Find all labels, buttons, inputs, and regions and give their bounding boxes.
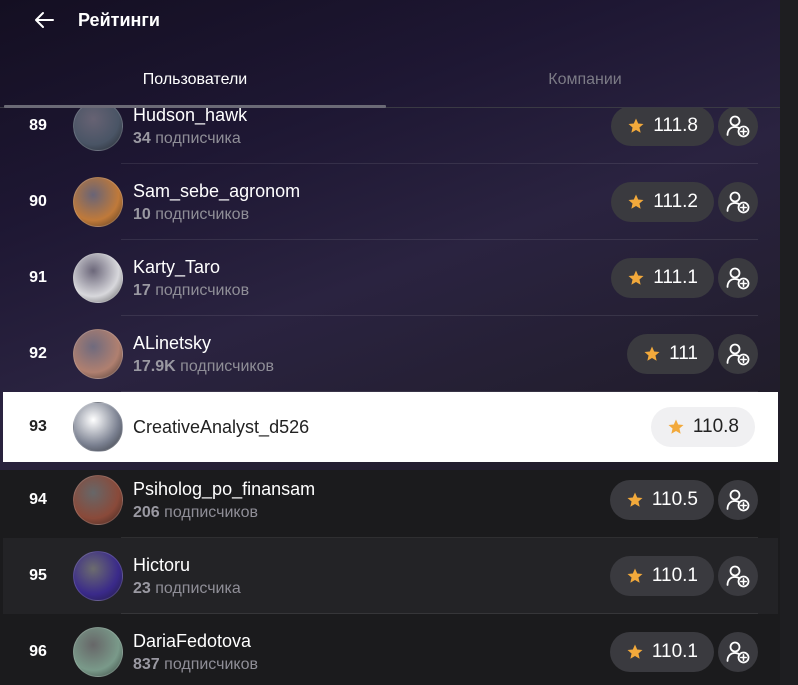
- username[interactable]: Hudson_hawk: [133, 108, 247, 126]
- rating-badge: 111.8: [611, 108, 714, 146]
- add-user-icon: [726, 565, 750, 588]
- tab-users[interactable]: Пользователи: [0, 56, 390, 108]
- subscribers-count: 34 подписчика: [133, 129, 241, 147]
- rating-row[interactable]: 89 Hudson_hawk 34 подписчика 111.8: [3, 108, 778, 164]
- star-icon: [628, 118, 644, 133]
- rank-number: 93: [29, 418, 47, 435]
- username[interactable]: DariaFedotova: [133, 631, 258, 652]
- user-info: Karty_Taro 17 подписчиков: [133, 257, 249, 300]
- add-user-icon: [726, 343, 750, 366]
- user-info: Psiholog_po_finansam 206 подписчиков: [133, 479, 315, 522]
- rating-value: 111.2: [653, 191, 698, 212]
- username[interactable]: CreativeAnalyst_d526: [133, 417, 309, 438]
- avatar[interactable]: [73, 402, 123, 452]
- rank-number: 94: [29, 491, 47, 508]
- rating-value: 110.5: [651, 489, 698, 510]
- follow-button[interactable]: [718, 258, 758, 298]
- star-icon: [628, 194, 644, 209]
- rating-list[interactable]: 89 Hudson_hawk 34 подписчика 111.8 90 Sa…: [3, 108, 778, 685]
- avatar[interactable]: [73, 108, 123, 151]
- rating-value: 111.8: [653, 115, 698, 136]
- arrow-left-icon: [35, 12, 54, 28]
- user-info: DariaFedotova 837 подписчиков: [133, 631, 258, 674]
- rating-value: 110.8: [692, 416, 739, 437]
- rating-value: 110.1: [651, 565, 698, 586]
- rating-row[interactable]: 92 ALinetsky 17.9K подписчиков 111: [3, 316, 778, 392]
- rank-number: 92: [29, 345, 47, 362]
- username[interactable]: Karty_Taro: [133, 257, 249, 278]
- avatar[interactable]: [73, 329, 123, 379]
- right-edge-panel: [780, 0, 798, 685]
- rating-badge: 110.1: [609, 632, 714, 672]
- user-info: CreativeAnalyst_d526: [133, 417, 309, 438]
- user-info: Hudson_hawk 34 подписчика: [133, 108, 247, 148]
- rank-number: 91: [29, 269, 47, 286]
- current-user-row[interactable]: 93 CreativeAnalyst_d526 110.8: [3, 392, 778, 462]
- rank-number: 89: [29, 117, 47, 134]
- avatar[interactable]: [73, 475, 123, 525]
- tab-companies[interactable]: Компании: [390, 56, 780, 107]
- star-icon: [668, 419, 684, 434]
- rating-badge: 111.1: [611, 258, 714, 298]
- subscribers-count: 23 подписчика: [133, 579, 241, 597]
- rating-badge: 111: [627, 334, 714, 374]
- subscribers-count: 837 подписчиков: [133, 655, 258, 673]
- rating-row[interactable]: 96 DariaFedotova 837 подписчиков 110.1: [3, 614, 778, 685]
- back-button[interactable]: [32, 8, 56, 32]
- rank-number: 96: [29, 643, 47, 660]
- add-user-icon: [726, 115, 750, 138]
- rating-badge: 110.8: [650, 407, 755, 447]
- add-user-icon: [726, 641, 750, 664]
- rating-row[interactable]: 95 Hictoru 23 подписчика 110.1: [3, 538, 778, 614]
- avatar[interactable]: [73, 177, 123, 227]
- add-user-icon: [726, 489, 750, 512]
- username[interactable]: Sam_sebe_agronom: [133, 181, 300, 202]
- follow-button[interactable]: [718, 480, 758, 520]
- rank-number: 90: [29, 193, 47, 210]
- star-icon: [627, 568, 643, 583]
- star-icon: [627, 644, 643, 659]
- rating-value: 110.1: [651, 641, 698, 662]
- page-title: Рейтинги: [78, 9, 160, 30]
- rating-rows: 89 Hudson_hawk 34 подписчика 111.8 90 Sa…: [3, 108, 778, 685]
- subscribers-count: 206 подписчиков: [133, 503, 258, 521]
- rank-number: 95: [29, 567, 47, 584]
- subscribers-count: 10 подписчиков: [133, 205, 250, 223]
- follow-button[interactable]: [718, 632, 758, 672]
- rating-row[interactable]: 91 Karty_Taro 17 подписчиков 111.1: [3, 240, 778, 316]
- star-icon: [644, 346, 660, 361]
- rating-badge: 110.1: [609, 556, 714, 596]
- subscribers-count: 17 подписчиков: [133, 281, 250, 299]
- username[interactable]: Psiholog_po_finansam: [133, 479, 315, 500]
- rating-badge: 110.5: [609, 480, 714, 520]
- avatar[interactable]: [73, 253, 123, 303]
- rating-value: 111.1: [653, 267, 698, 288]
- follow-button[interactable]: [718, 108, 758, 146]
- user-info: ALinetsky 17.9K подписчиков: [133, 333, 274, 376]
- follow-button[interactable]: [718, 334, 758, 374]
- star-icon: [627, 492, 643, 507]
- avatar[interactable]: [73, 627, 123, 677]
- rating-row[interactable]: 90 Sam_sebe_agronom 10 подписчиков 111.2: [3, 164, 778, 240]
- add-user-icon: [726, 191, 750, 214]
- follow-button[interactable]: [718, 556, 758, 596]
- subscribers-count: 17.9K подписчиков: [133, 357, 274, 375]
- avatar[interactable]: [73, 551, 123, 601]
- user-info: Sam_sebe_agronom 10 подписчиков: [133, 181, 300, 224]
- username[interactable]: Hictoru: [133, 555, 241, 576]
- add-user-icon: [726, 267, 750, 290]
- user-info: Hictoru 23 подписчика: [133, 555, 241, 598]
- star-icon: [628, 270, 644, 285]
- follow-button[interactable]: [718, 182, 758, 222]
- app-header: Рейтинги: [0, 0, 780, 40]
- username[interactable]: ALinetsky: [133, 333, 274, 354]
- tab-bar: Пользователи Компании: [0, 56, 780, 108]
- rating-value: 111: [669, 343, 698, 364]
- rating-badge: 111.2: [611, 182, 714, 222]
- rating-row[interactable]: 94 Psiholog_po_finansam 206 подписчиков …: [3, 462, 778, 538]
